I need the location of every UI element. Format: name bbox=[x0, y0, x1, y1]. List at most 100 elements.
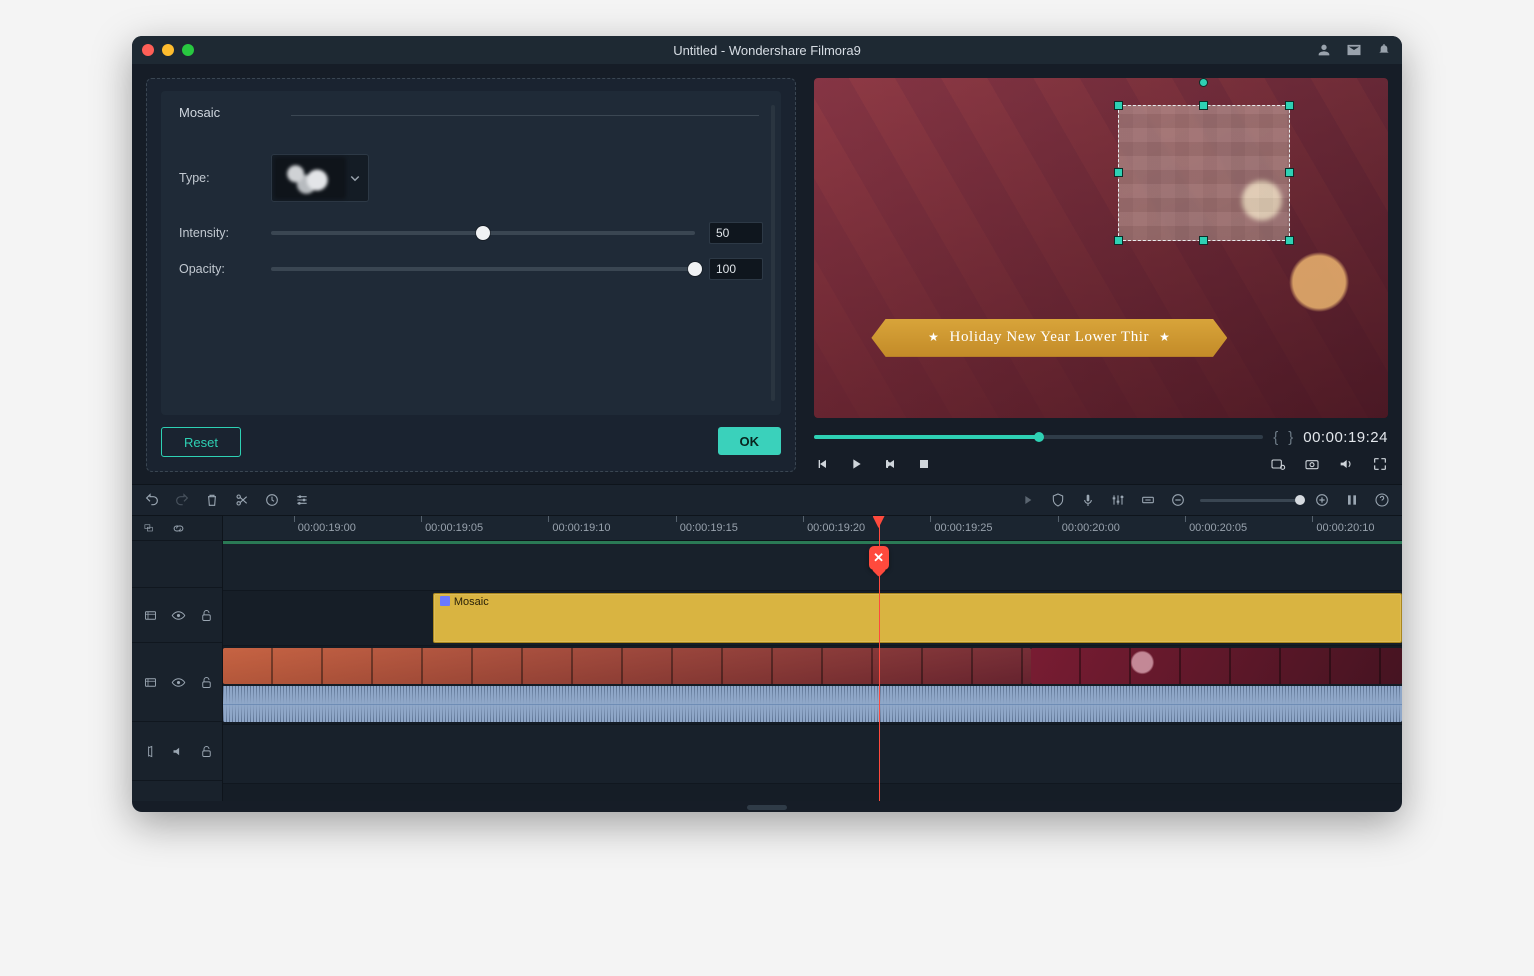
video-track-header bbox=[132, 643, 222, 722]
video-clip-2[interactable] bbox=[1031, 648, 1402, 684]
notifications-icon[interactable] bbox=[1376, 42, 1392, 58]
zoom-in-button[interactable] bbox=[1314, 492, 1330, 508]
track-mute-toggle[interactable] bbox=[170, 743, 186, 759]
redo-button[interactable] bbox=[174, 492, 190, 508]
opacity-slider[interactable] bbox=[271, 267, 695, 271]
media-link-icon[interactable] bbox=[142, 520, 158, 536]
ruler-tick: 00:00:20:00 bbox=[1058, 516, 1120, 540]
track-visibility-toggle[interactable] bbox=[170, 607, 186, 623]
mark-out-icon[interactable]: } bbox=[1288, 429, 1293, 446]
ruler-tick: 00:00:20:05 bbox=[1185, 516, 1247, 540]
track-area[interactable]: 00:00:19:0000:00:19:0500:00:19:1000:00:1… bbox=[223, 516, 1402, 801]
render-preview-button[interactable] bbox=[1020, 492, 1036, 508]
minimize-window-button[interactable] bbox=[162, 44, 174, 56]
app-window: Untitled - Wondershare Filmora9 Mosaic T… bbox=[132, 36, 1402, 812]
track-lock-toggle[interactable] bbox=[198, 607, 214, 623]
ruler-tick: 00:00:19:25 bbox=[930, 516, 992, 540]
reset-button[interactable]: Reset bbox=[161, 427, 241, 457]
effect-track-header bbox=[132, 588, 222, 643]
account-icon[interactable] bbox=[1316, 42, 1332, 58]
video-preview[interactable]: ★ Holiday New Year Lower Thir ★ bbox=[814, 78, 1388, 418]
effect-properties-panel: Mosaic Type: Intensity: bbox=[146, 78, 796, 472]
track-type-video-icon bbox=[142, 674, 158, 690]
mosaic-effect-clip[interactable]: Mosaic bbox=[433, 593, 1402, 643]
track-headers bbox=[132, 516, 223, 801]
link-icon[interactable] bbox=[170, 520, 186, 536]
volume-icon[interactable] bbox=[1338, 456, 1354, 472]
timeline-toolbar bbox=[132, 484, 1402, 516]
linked-audio-clip[interactable] bbox=[223, 686, 1402, 722]
zoom-out-button[interactable] bbox=[1170, 492, 1186, 508]
chevron-down-icon bbox=[346, 169, 364, 187]
effect-clip-label: Mosaic bbox=[454, 596, 489, 608]
speed-button[interactable] bbox=[264, 492, 280, 508]
undo-button[interactable] bbox=[144, 492, 160, 508]
adjust-button[interactable] bbox=[294, 492, 310, 508]
marker-button[interactable] bbox=[1050, 492, 1066, 508]
manual-zoom-button[interactable] bbox=[1344, 492, 1360, 508]
spacer-lane bbox=[223, 544, 1402, 591]
ruler-tick: 00:00:19:10 bbox=[548, 516, 610, 540]
ruler-tick: 00:00:19:15 bbox=[676, 516, 738, 540]
panel-resize-handle[interactable] bbox=[747, 805, 787, 810]
step-forward-button[interactable] bbox=[882, 456, 898, 472]
resize-handle-ne[interactable] bbox=[1285, 101, 1294, 110]
opacity-input[interactable]: 100 bbox=[709, 258, 763, 280]
track-lock-toggle[interactable] bbox=[198, 674, 214, 690]
resize-handle-se[interactable] bbox=[1285, 236, 1294, 245]
panel-scrollbar[interactable] bbox=[771, 105, 775, 401]
track-type-overlay-icon bbox=[142, 607, 158, 623]
voiceover-button[interactable] bbox=[1080, 492, 1096, 508]
resize-handle-n[interactable] bbox=[1199, 101, 1208, 110]
resize-handle-s[interactable] bbox=[1199, 236, 1208, 245]
video-track[interactable] bbox=[223, 646, 1402, 725]
mosaic-type-dropdown[interactable] bbox=[271, 154, 369, 202]
audio-track[interactable] bbox=[223, 725, 1402, 784]
track-lock-toggle[interactable] bbox=[198, 743, 214, 759]
resize-handle-nw[interactable] bbox=[1114, 101, 1123, 110]
intensity-label: Intensity: bbox=[179, 226, 257, 240]
window-title: Untitled - Wondershare Filmora9 bbox=[132, 43, 1402, 58]
play-button[interactable] bbox=[848, 456, 864, 472]
delete-button[interactable] bbox=[204, 492, 220, 508]
lower-third-title: ★ Holiday New Year Lower Thir ★ bbox=[871, 319, 1227, 357]
snapshot-icon[interactable] bbox=[1304, 456, 1320, 472]
audio-track-header bbox=[132, 722, 222, 781]
help-button[interactable] bbox=[1374, 492, 1390, 508]
preview-timecode: 00:00:19:24 bbox=[1303, 429, 1388, 446]
close-window-button[interactable] bbox=[142, 44, 154, 56]
mosaic-type-preview bbox=[274, 157, 346, 199]
video-clip-1[interactable] bbox=[223, 648, 1031, 684]
fullscreen-icon[interactable] bbox=[1372, 456, 1388, 472]
split-button[interactable] bbox=[234, 492, 250, 508]
zoom-slider[interactable] bbox=[1200, 499, 1300, 502]
mail-icon[interactable] bbox=[1346, 42, 1362, 58]
quality-settings-icon[interactable] bbox=[1270, 456, 1286, 472]
mosaic-region[interactable] bbox=[1118, 105, 1290, 241]
stop-button[interactable] bbox=[916, 456, 932, 472]
track-visibility-toggle[interactable] bbox=[170, 674, 186, 690]
ruler-tick: 00:00:19:20 bbox=[803, 516, 865, 540]
opacity-label: Opacity: bbox=[179, 262, 257, 276]
star-icon: ★ bbox=[1159, 330, 1170, 345]
audio-mixer-button[interactable] bbox=[1110, 492, 1126, 508]
mark-in-icon[interactable]: { bbox=[1273, 429, 1278, 446]
resize-handle-e[interactable] bbox=[1285, 168, 1294, 177]
preview-scrubber[interactable] bbox=[814, 435, 1263, 439]
resize-handle-sw[interactable] bbox=[1114, 236, 1123, 245]
fit-timeline-button[interactable] bbox=[1140, 492, 1156, 508]
time-ruler[interactable]: 00:00:19:0000:00:19:0500:00:19:1000:00:1… bbox=[223, 516, 1402, 541]
lower-third-text: Holiday New Year Lower Thir bbox=[950, 329, 1150, 346]
timeline: 00:00:19:0000:00:19:0500:00:19:1000:00:1… bbox=[132, 516, 1402, 801]
intensity-slider[interactable] bbox=[271, 231, 695, 235]
window-controls bbox=[142, 44, 194, 56]
track-type-audio-icon bbox=[142, 743, 158, 759]
step-back-button[interactable] bbox=[814, 456, 830, 472]
star-icon: ★ bbox=[928, 330, 939, 345]
intensity-input[interactable]: 50 bbox=[709, 222, 763, 244]
effect-track[interactable]: Mosaic bbox=[223, 591, 1402, 646]
maximize-window-button[interactable] bbox=[182, 44, 194, 56]
resize-handle-w[interactable] bbox=[1114, 168, 1123, 177]
ok-button[interactable]: OK bbox=[718, 427, 782, 455]
effect-title: Mosaic bbox=[179, 105, 763, 120]
